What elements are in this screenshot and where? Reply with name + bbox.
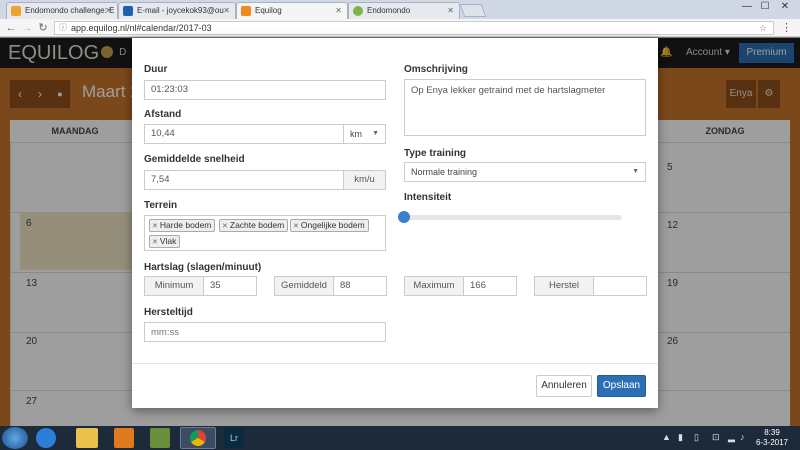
herstel-input[interactable]: [593, 276, 647, 296]
media-player-icon[interactable]: [114, 428, 134, 448]
type-training-select[interactable]: Normale training ▼: [404, 162, 646, 182]
forward-icon[interactable]: →: [20, 21, 34, 35]
endomondo-icon: [353, 6, 363, 16]
back-icon[interactable]: ←: [4, 21, 18, 35]
remove-tag-icon[interactable]: ✕: [152, 223, 158, 230]
duur-input[interactable]: 01:23:03: [144, 80, 386, 100]
remove-tag-icon[interactable]: ✕: [293, 223, 299, 230]
terrein-tag: ✕ Zachte bodem: [219, 219, 289, 232]
reload-icon[interactable]: ↻: [36, 21, 50, 35]
tag-label: Harde bodem: [159, 220, 212, 230]
menu-icon[interactable]: ⋮: [781, 21, 792, 34]
afstand-label: Afstand: [144, 109, 182, 120]
tag-label: Ongelijke bodem: [300, 220, 365, 230]
explorer-icon[interactable]: [76, 428, 98, 448]
terrein-tag: ✕ Harde bodem: [149, 219, 216, 232]
maximum-label: Maximum: [404, 276, 464, 296]
clock-time: 8:39: [764, 428, 780, 437]
hartslag-label: Hartslag (slagen/minuut): [144, 262, 262, 273]
type-training-label: Type training: [404, 148, 467, 159]
save-button[interactable]: Opslaan: [597, 375, 646, 397]
intensiteit-label: Intensiteit: [404, 192, 452, 203]
caret-down-icon: ▼: [372, 130, 379, 137]
bookmark-star-icon[interactable]: ☆: [759, 22, 767, 34]
snelheid-label: Gemiddelde snelheid: [144, 154, 245, 165]
snelheid-input[interactable]: 7,54: [144, 170, 344, 190]
gemiddeld-input[interactable]: 88: [333, 276, 387, 296]
hersteltijd-label: Hersteltijd: [144, 307, 193, 318]
tag-label: Vlak: [159, 236, 177, 246]
lightroom-icon[interactable]: Lr: [224, 428, 244, 448]
ie-icon[interactable]: [36, 428, 56, 448]
afstand-unit-select[interactable]: km ▼: [343, 124, 386, 144]
signal-icon[interactable]: ▂: [728, 432, 735, 443]
terrein-tag-input[interactable]: ✕ Harde bodem ✕ Zachte bodem ✕ Ongelijke bo…: [144, 215, 386, 251]
intensiteit-slider-handle[interactable]: [398, 211, 410, 223]
tray-icon[interactable]: ▲: [662, 432, 671, 442]
close-window-button[interactable]: ✕: [774, 0, 796, 16]
omschrijving-label: Omschrijving: [404, 64, 468, 75]
network-icon[interactable]: ▮: [678, 432, 683, 443]
caret-down-icon: ▼: [632, 168, 639, 175]
herstel-label: Herstel: [534, 276, 594, 296]
minimum-label: Minimum: [144, 276, 204, 296]
gemiddeld-label: Gemiddeld: [274, 276, 334, 296]
tab-label: E-mail - joycekok93@ou: [137, 6, 224, 15]
training-modal: Duur 01:23:03 Afstand 10,44 km ▼ Gemiddel…: [132, 38, 658, 408]
windows-taskbar: Lr ▲ ▮ ▯ ⊡ ▂ ♪ 8:39 6-3-2017: [0, 426, 800, 450]
outlook-icon: [123, 6, 133, 16]
chrome-icon: [190, 430, 206, 446]
address-bar-row: ← → ↻ ⓘ app.equilog.nl/nl#calendar/2017-…: [0, 19, 800, 37]
omschrijving-textarea[interactable]: Op Enya lekker getraind met de hartslagm…: [404, 79, 646, 136]
browser-tab-bar: Endomondo challenge: E ✕ E-mail - joycek…: [0, 0, 800, 19]
terrein-tag: ✕ Vlak: [149, 235, 181, 248]
afstand-input[interactable]: 10,44: [144, 124, 344, 144]
app-icon[interactable]: [150, 428, 170, 448]
volume-icon[interactable]: ♪: [740, 432, 745, 442]
terrein-tag: ✕ Ongelijke bodem: [290, 219, 369, 232]
tab-endomondo-challenge[interactable]: Endomondo challenge: E ✕: [6, 2, 118, 19]
system-clock[interactable]: 8:39 6-3-2017: [752, 428, 792, 448]
close-icon[interactable]: ✕: [105, 3, 112, 18]
favicon-icon: [11, 6, 21, 16]
usb-icon[interactable]: ⊡: [712, 432, 720, 443]
start-button[interactable]: [2, 427, 28, 449]
unit-value: km: [350, 129, 362, 139]
tab-endomondo[interactable]: Endomondo ✕: [348, 2, 460, 19]
tag-label: Zachte bodem: [229, 220, 285, 230]
url-field[interactable]: ⓘ app.equilog.nl/nl#calendar/2017-03 ☆: [54, 21, 774, 35]
new-tab-button[interactable]: [459, 4, 487, 17]
select-value: Normale training: [411, 167, 478, 177]
equilog-icon: [241, 6, 251, 16]
close-icon[interactable]: ✕: [335, 3, 342, 18]
tab-label: Endomondo challenge: E: [25, 6, 115, 15]
url-text: app.equilog.nl/nl#calendar/2017-03: [71, 23, 212, 33]
duur-label: Duur: [144, 64, 168, 75]
tab-label: Equilog: [255, 6, 282, 15]
close-icon[interactable]: ✕: [223, 3, 230, 18]
modal-footer-divider: [132, 363, 658, 364]
tab-email[interactable]: E-mail - joycekok93@ou ✕: [118, 2, 236, 19]
snelheid-unit: km/u: [343, 170, 386, 190]
page-info-icon[interactable]: ⓘ: [59, 22, 67, 34]
minimum-input[interactable]: 35: [203, 276, 257, 296]
cancel-button[interactable]: Annuleren: [536, 375, 592, 397]
close-icon[interactable]: ✕: [447, 3, 454, 18]
battery-icon[interactable]: ▯: [694, 432, 699, 443]
remove-tag-icon[interactable]: ✕: [222, 223, 228, 230]
maximize-button[interactable]: ☐: [756, 0, 774, 16]
hersteltijd-input[interactable]: [144, 322, 386, 342]
terrein-label: Terrein: [144, 200, 178, 211]
tab-label: Endomondo: [367, 6, 411, 15]
minimize-button[interactable]: —: [738, 0, 756, 16]
remove-tag-icon[interactable]: ✕: [152, 239, 158, 246]
intensiteit-slider-track[interactable]: [404, 215, 622, 220]
maximum-input[interactable]: 166: [463, 276, 517, 296]
chrome-taskbar-button[interactable]: [180, 427, 216, 449]
tab-equilog[interactable]: Equilog ✕: [236, 2, 348, 19]
clock-date: 6-3-2017: [755, 438, 789, 447]
